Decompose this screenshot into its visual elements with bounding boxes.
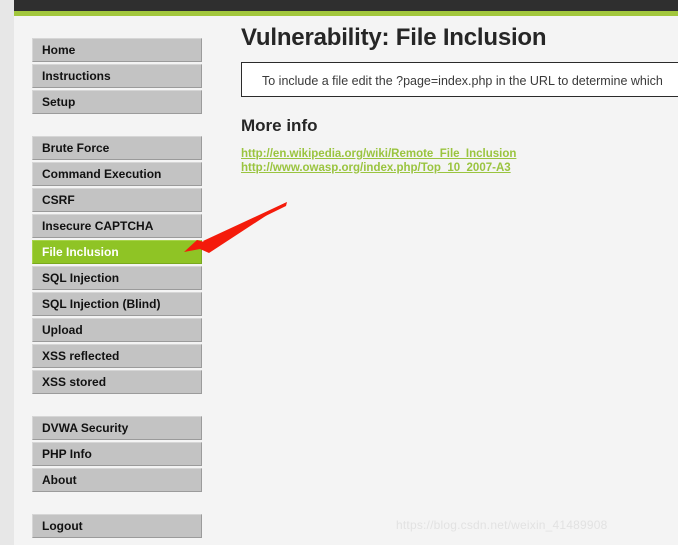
sidebar-group-1: Brute Force Command Execution CSRF Insecure… <box>32 136 202 394</box>
main-content: Vulnerability: File Inclusion To include… <box>241 24 678 175</box>
external-link-1[interactable]: http://en.wikipedia.org/wiki/Remote_File… <box>241 148 678 162</box>
left-gutter <box>0 0 14 545</box>
page-title: Vulnerability: File Inclusion <box>241 24 547 51</box>
sidebar-item-home[interactable]: Home <box>32 38 202 62</box>
sidebar-item-instructions[interactable]: Instructions <box>32 64 202 88</box>
sidebar-item-sql-injection[interactable]: SQL Injection <box>32 266 202 290</box>
sidebar-group-0: Home Instructions Setup <box>32 38 202 114</box>
sidebar-item-csrf[interactable]: CSRF <box>32 188 202 212</box>
sidebar-item-xss-stored[interactable]: XSS stored <box>32 370 202 394</box>
sidebar-item-brute-force[interactable]: Brute Force <box>32 136 202 160</box>
info-message-box: To include a file edit the ?page=index.p… <box>241 62 678 97</box>
sidebar-item-command-execution[interactable]: Command Execution <box>32 162 202 186</box>
sidebar-item-logout[interactable]: Logout <box>32 514 202 538</box>
watermark-text: https://blog.csdn.net/weixin_41489908 <box>396 518 608 532</box>
green-accent-bar <box>14 11 678 16</box>
sidebar-item-upload[interactable]: Upload <box>32 318 202 342</box>
sidebar-group-3: Logout <box>32 514 202 538</box>
dark-header-bar <box>14 0 678 11</box>
external-link-2[interactable]: http://www.owasp.org/index.php/Top_10_20… <box>241 162 678 176</box>
more-info-links: http://en.wikipedia.org/wiki/Remote_File… <box>241 148 678 175</box>
sidebar-item-xss-reflected[interactable]: XSS reflected <box>32 344 202 368</box>
info-message-text: To include a file edit the ?page=index.p… <box>262 74 663 88</box>
sidebar-navigation: Home Instructions Setup Brute Force Command … <box>32 38 202 538</box>
sidebar-item-dvwa-security[interactable]: DVWA Security <box>32 416 202 440</box>
sidebar-item-file-inclusion[interactable]: File Inclusion <box>32 240 202 264</box>
sidebar-item-about[interactable]: About <box>32 468 202 492</box>
sidebar-group-2: DVWA Security PHP Info About <box>32 416 202 492</box>
more-info-heading: More info <box>241 116 318 135</box>
sidebar-item-setup[interactable]: Setup <box>32 90 202 114</box>
sidebar-item-insecure-captcha[interactable]: Insecure CAPTCHA <box>32 214 202 238</box>
sidebar-item-php-info[interactable]: PHP Info <box>32 442 202 466</box>
sidebar-item-sql-injection-blind[interactable]: SQL Injection (Blind) <box>32 292 202 316</box>
